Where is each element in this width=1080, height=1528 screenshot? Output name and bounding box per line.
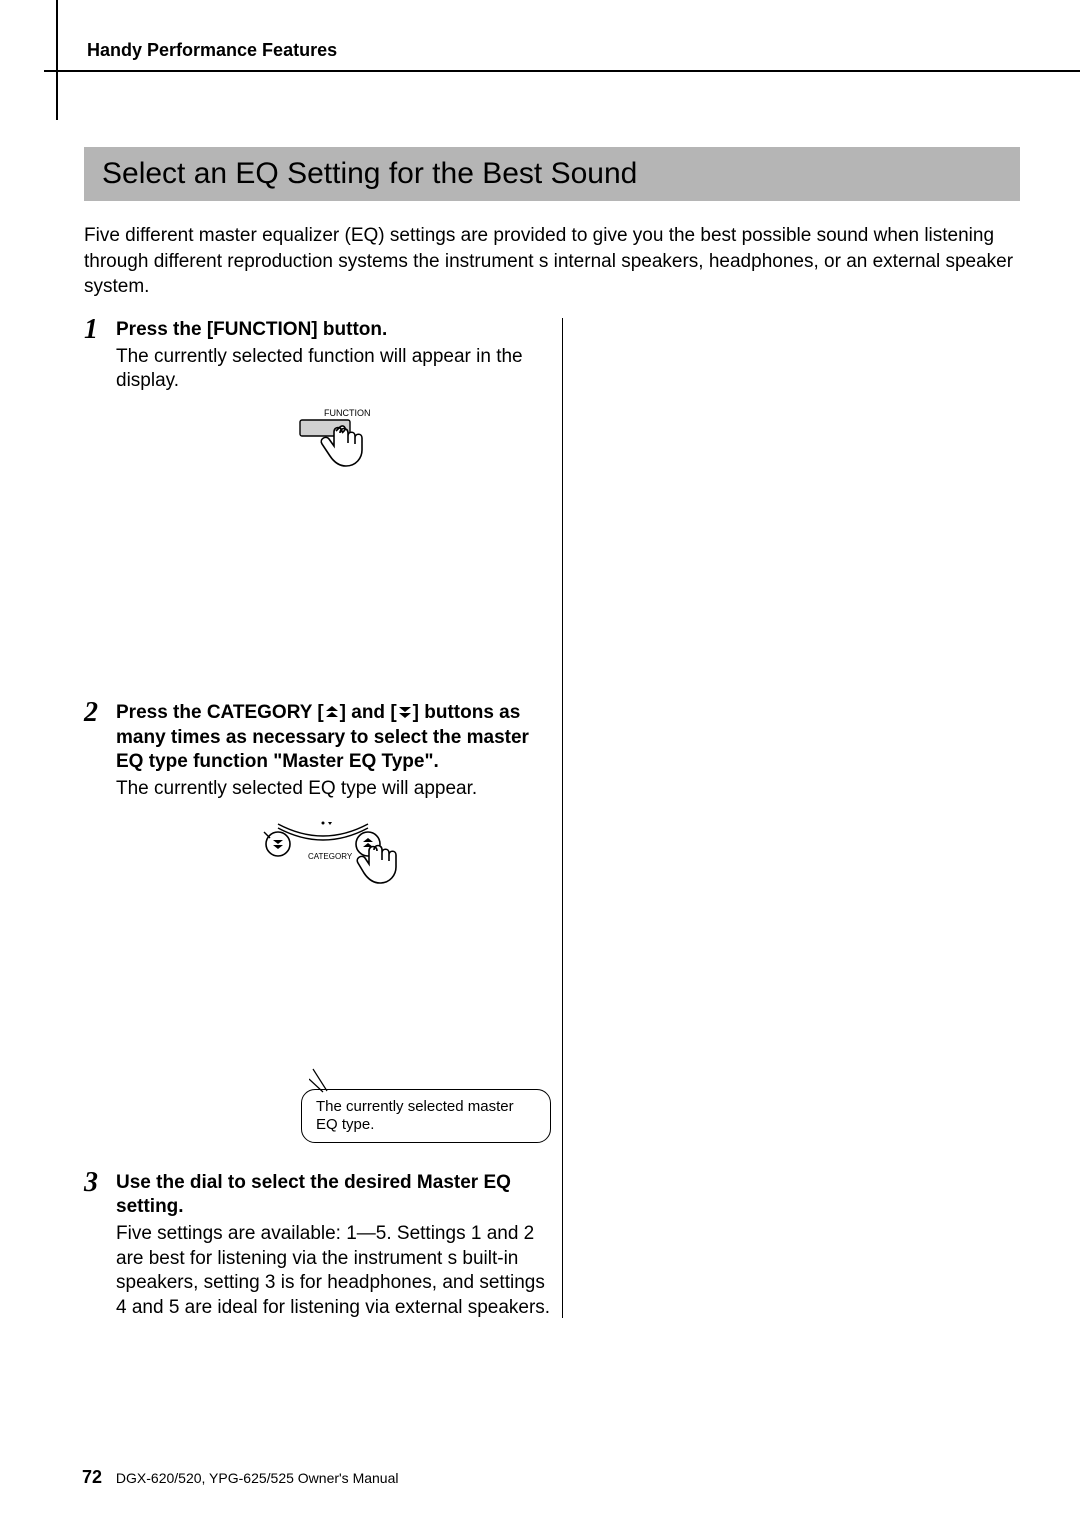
- step-heading: Use the dial to select the desired Maste…: [116, 1171, 559, 1220]
- category-panel-figure: CATEGORY: [116, 814, 559, 909]
- section-header: Handy Performance Features: [84, 40, 1020, 67]
- vertical-rule: [56, 0, 58, 120]
- callout-tail-icon: [309, 1067, 339, 1093]
- footer: 72 DGX-620/520, YPG-625/525 Owner's Manu…: [82, 1467, 399, 1488]
- step-number: 1: [84, 314, 98, 346]
- manual-title: DGX-620/520, YPG-625/525 Owner's Manual: [116, 1470, 399, 1486]
- step-body: The currently selected EQ type will appe…: [116, 777, 559, 802]
- step-3: 3 Use the dial to select the desired Mas…: [84, 1171, 559, 1321]
- page-number: 72: [82, 1467, 102, 1487]
- step-2: 2 Press the CATEGORY [] and [] buttons a…: [84, 701, 559, 1143]
- step2-text-mid: ] and [: [340, 702, 397, 723]
- page-title: Select an EQ Setting for the Best Sound: [84, 147, 1020, 201]
- step-heading: Press the [FUNCTION] button.: [116, 318, 559, 343]
- step-body: The currently selected function will app…: [116, 345, 559, 394]
- content: Select an EQ Setting for the Best Sound …: [84, 147, 1020, 1321]
- function-button-figure: FUNCTION: [116, 406, 559, 491]
- step-number: 3: [84, 1167, 98, 1199]
- function-label: FUNCTION: [324, 408, 371, 418]
- step-heading: Press the CATEGORY [] and [] buttons as …: [116, 701, 559, 775]
- category-panel-icon: CATEGORY: [248, 814, 428, 904]
- function-button-icon: FUNCTION: [278, 406, 398, 486]
- category-label: CATEGORY: [308, 852, 353, 861]
- callout-text: The currently selected master EQ type.: [301, 1089, 551, 1143]
- callout: The currently selected master EQ type.: [301, 1089, 551, 1143]
- intro-paragraph: Five different master equalizer (EQ) set…: [84, 223, 1020, 300]
- step-body: Five settings are available: 1—5. Settin…: [116, 1222, 559, 1321]
- step-1: 1 Press the [FUNCTION] button. The curre…: [84, 318, 559, 491]
- category-up-icon: [324, 705, 340, 719]
- column-divider: [562, 318, 563, 1318]
- header-row: Handy Performance Features: [84, 40, 1020, 67]
- document-page: Handy Performance Features Select an EQ …: [0, 0, 1080, 1528]
- columns: 1 Press the [FUNCTION] button. The curre…: [84, 318, 1020, 1321]
- left-column: 1 Press the [FUNCTION] button. The curre…: [84, 318, 559, 1321]
- step-number: 2: [84, 697, 98, 729]
- step2-text-pre: Press the CATEGORY [: [116, 702, 324, 723]
- category-down-icon: [397, 705, 413, 719]
- horizontal-rule: [44, 70, 1080, 72]
